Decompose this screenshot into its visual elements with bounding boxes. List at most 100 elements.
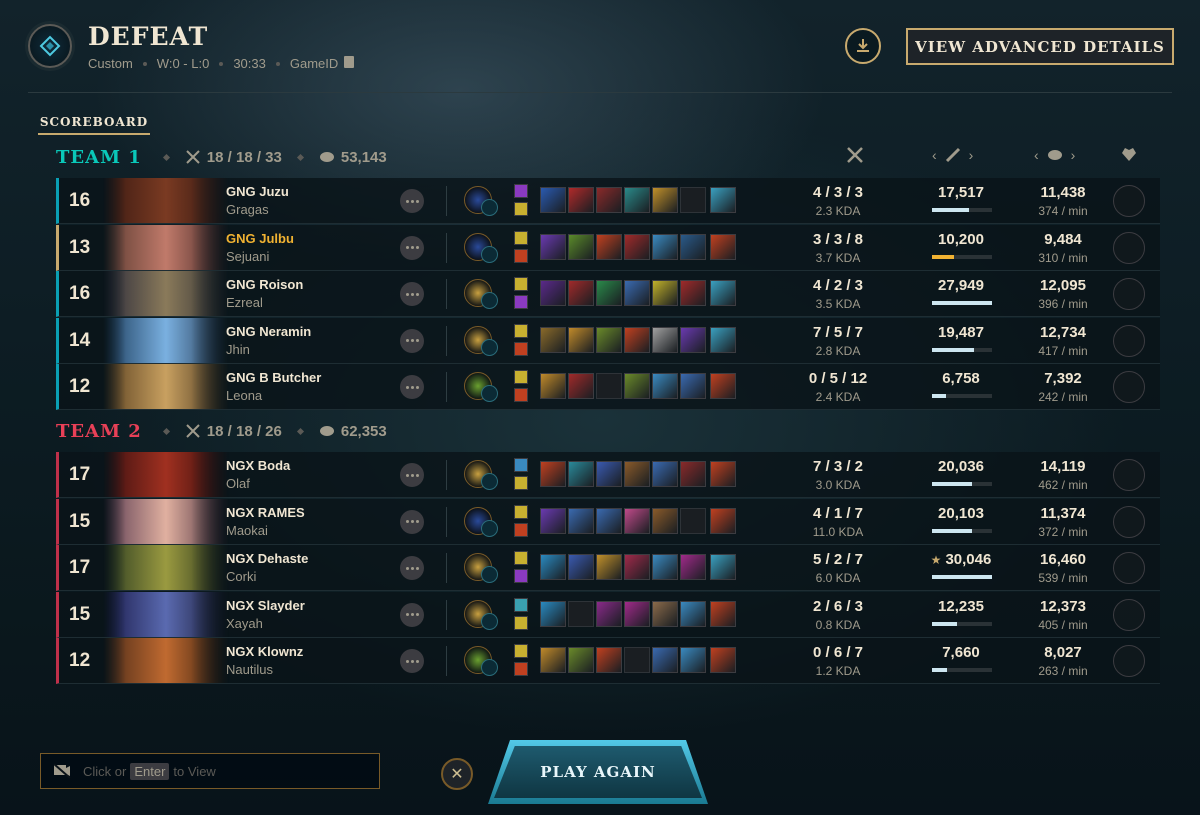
item-icon[interactable] [652,554,678,581]
item-icon[interactable] [540,326,566,353]
summoner-name[interactable]: NGX RAMES [226,505,305,520]
champion-portrait[interactable] [103,545,229,591]
honor-button[interactable] [1113,459,1145,491]
honor-button[interactable] [1113,552,1145,585]
champion-portrait[interactable] [103,452,229,497]
player-row[interactable]: 16 GNG Juzu Gragas 4 / 3 / 3 2.3 KDA 17,517 11… [56,178,1160,224]
item-icon[interactable] [624,507,650,534]
more-options-button[interactable] [400,602,424,627]
item-icon[interactable] [540,233,566,260]
item-icon[interactable] [680,647,706,674]
item-icon[interactable] [652,373,678,400]
chat-input[interactable]: Click or Enter to View [40,753,380,789]
trinket-item-icon[interactable] [710,233,736,260]
item-icon[interactable] [624,187,650,213]
item-icon[interactable] [596,187,622,213]
summoner-name[interactable]: NGX Klownz [226,644,303,659]
item-icon[interactable] [680,280,706,307]
more-options-button[interactable] [400,463,424,487]
champion-portrait[interactable] [103,591,229,637]
item-icon[interactable] [680,233,706,260]
prev-arrow-icon[interactable]: ‹ [1034,147,1039,163]
item-icon[interactable] [680,373,706,400]
item-icon[interactable] [568,233,594,260]
item-icon[interactable] [540,600,566,627]
more-options-button[interactable] [400,556,424,581]
summoner-name[interactable]: GNG Julbu [226,231,294,246]
summoner-name[interactable]: GNG Juzu [226,184,289,199]
item-icon[interactable] [624,280,650,307]
player-row[interactable]: 13 GNG Julbu Sejuani 3 / 3 / 8 3.7 KDA 10,200… [56,224,1160,271]
more-options-button[interactable] [400,189,424,213]
item-icon[interactable] [680,326,706,353]
summoner-name[interactable]: GNG Neramin [226,324,311,339]
summoner-name[interactable]: GNG B Butcher [226,370,321,385]
summoner-name[interactable]: GNG Roison [226,277,303,292]
item-icon[interactable] [568,280,594,307]
item-icon[interactable] [540,554,566,581]
item-icon[interactable] [596,647,622,674]
item-icon[interactable] [652,233,678,260]
item-icon[interactable] [652,280,678,307]
player-row[interactable]: 16 GNG Roison Ezreal 4 / 2 / 3 3.5 KDA 27,949… [56,271,1160,318]
trinket-item-icon[interactable] [710,554,736,581]
more-options-button[interactable] [400,375,424,400]
item-icon[interactable] [596,554,622,581]
champion-portrait[interactable] [103,364,229,410]
more-options-button[interactable] [400,282,424,307]
honor-button[interactable] [1113,598,1145,631]
item-icon[interactable] [652,187,678,213]
item-icon[interactable] [540,461,566,487]
item-icon[interactable] [680,600,706,627]
trinket-item-icon[interactable] [710,326,736,353]
champion-portrait[interactable] [103,224,229,270]
more-options-button[interactable] [400,328,424,353]
item-icon[interactable] [540,507,566,534]
item-icon[interactable] [624,600,650,627]
honor-button[interactable] [1113,278,1145,311]
item-icon[interactable] [540,280,566,307]
champion-portrait[interactable] [103,178,229,223]
champion-portrait[interactable] [103,317,229,363]
item-icon[interactable] [652,647,678,674]
close-button[interactable]: ✕ [441,758,473,790]
item-icon[interactable] [540,187,566,213]
trinket-item-icon[interactable] [710,280,736,307]
player-row[interactable]: 17 NGX Dehaste Corki 5 / 2 / 7 6.0 KDA ★ 30,04… [56,545,1160,592]
honor-button[interactable] [1113,505,1145,538]
play-again-button[interactable]: PLAY AGAIN [494,746,702,798]
item-icon[interactable] [596,507,622,534]
item-icon[interactable] [568,647,594,674]
trinket-item-icon[interactable] [710,647,736,674]
summoner-name[interactable]: NGX Boda [226,458,290,473]
champion-portrait[interactable] [103,271,229,317]
next-arrow-icon[interactable]: › [1071,147,1076,163]
download-button[interactable] [845,28,881,64]
item-icon[interactable] [680,461,706,487]
more-options-button[interactable] [400,649,424,674]
item-icon[interactable] [540,373,566,400]
player-row[interactable]: 17 NGX Boda Olaf 7 / 3 / 2 3.0 KDA 20,036 14,1… [56,452,1160,498]
player-row[interactable]: 15 NGX Slayder Xayah 2 / 6 / 3 0.8 KDA 12,235… [56,591,1160,638]
item-icon[interactable] [568,187,594,213]
item-icon[interactable] [568,373,594,400]
item-icon[interactable] [624,326,650,353]
item-icon[interactable] [624,373,650,400]
item-icon[interactable] [568,326,594,353]
next-arrow-icon[interactable]: › [969,147,974,163]
trinket-item-icon[interactable] [710,461,736,487]
trinket-item-icon[interactable] [710,373,736,400]
honor-button[interactable] [1113,185,1145,217]
champion-portrait[interactable] [103,498,229,544]
player-row[interactable]: 12 NGX Klownz Nautilus 0 / 6 / 7 1.2 KDA 7,66… [56,638,1160,685]
chat-muted-icon[interactable] [53,763,71,779]
item-icon[interactable] [568,507,594,534]
item-icon[interactable] [624,554,650,581]
item-icon[interactable] [652,326,678,353]
champion-portrait[interactable] [103,638,229,684]
summoner-name[interactable]: NGX Slayder [226,598,305,613]
player-row[interactable]: 15 NGX RAMES Maokai 4 / 1 / 7 11.0 KDA 20,103… [56,498,1160,545]
item-icon[interactable] [624,461,650,487]
item-icon[interactable] [596,461,622,487]
player-row[interactable]: 12 GNG B Butcher Leona 0 / 5 / 12 2.4 KDA 6,7… [56,364,1160,411]
